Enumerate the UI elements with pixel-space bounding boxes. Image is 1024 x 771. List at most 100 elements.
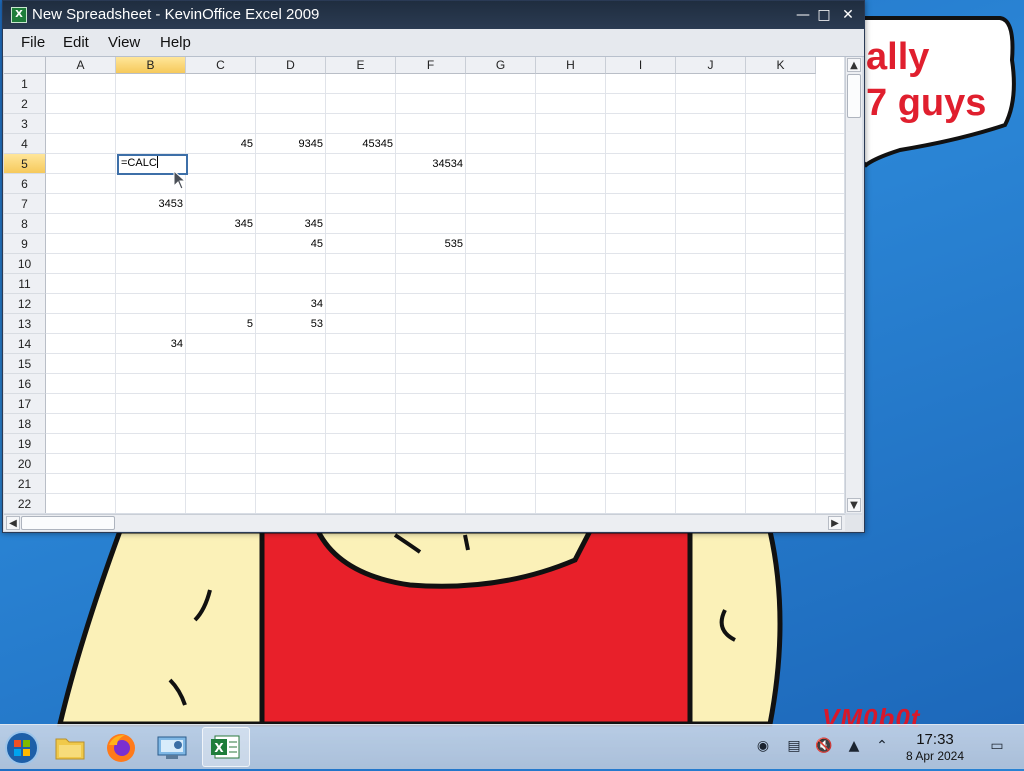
- cell-d4[interactable]: 9345: [256, 134, 325, 154]
- active-cell-text: =CALC: [121, 157, 157, 169]
- network-icon[interactable]: ◉: [754, 737, 772, 755]
- grid-row-line: [46, 493, 844, 494]
- cell-d9[interactable]: 45: [256, 234, 325, 254]
- scroll-left-icon[interactable]: ◀: [6, 516, 20, 530]
- cell-b14[interactable]: 34: [116, 334, 185, 354]
- chevron-up-icon[interactable]: ⌃: [873, 737, 891, 755]
- grid-row-line: [46, 293, 844, 294]
- row-header-12[interactable]: 12: [4, 294, 46, 314]
- grid-row-line: [46, 273, 844, 274]
- taskbar-file-manager[interactable]: [50, 727, 90, 767]
- grid-row-line: [46, 373, 844, 374]
- scroll-right-icon[interactable]: ▶: [828, 516, 842, 530]
- menu-view[interactable]: View: [106, 34, 142, 51]
- clock-date[interactable]: 8 Apr 2024: [893, 749, 977, 763]
- row-header-15[interactable]: 15: [4, 354, 46, 374]
- cell-c8[interactable]: 345: [186, 214, 255, 234]
- column-header-k[interactable]: K: [746, 57, 816, 74]
- row-header-1[interactable]: 1: [4, 74, 46, 94]
- cell-d8[interactable]: 345: [256, 214, 325, 234]
- grid-row-line: [46, 133, 844, 134]
- taskbar-kevinoffice-excel[interactable]: X: [202, 727, 250, 767]
- scroll-up-icon[interactable]: ▲: [847, 58, 861, 72]
- row-header-4[interactable]: 4: [4, 134, 46, 154]
- left-arm: [56, 528, 265, 727]
- maximize-button[interactable]: □: [814, 5, 834, 25]
- show-desktop-icon[interactable]: ▭: [988, 737, 1006, 755]
- column-header-f[interactable]: F: [396, 57, 466, 74]
- cell-c13[interactable]: 5: [186, 314, 255, 334]
- select-all-corner[interactable]: [4, 57, 46, 74]
- row-header-3[interactable]: 3: [4, 114, 46, 134]
- row-header-21[interactable]: 21: [4, 474, 46, 494]
- row-header-7[interactable]: 7: [4, 194, 46, 214]
- minimize-button[interactable]: —: [793, 5, 813, 25]
- menu-bar: File Edit View Help: [3, 29, 864, 57]
- keyboard-icon[interactable]: ▲: [845, 737, 863, 755]
- row-header-6[interactable]: 6: [4, 174, 46, 194]
- column-header-c[interactable]: C: [186, 57, 256, 74]
- column-header-i[interactable]: I: [606, 57, 676, 74]
- scrollbar-corner: [845, 515, 862, 531]
- taskbar-firefox[interactable]: [101, 727, 141, 767]
- row-header-11[interactable]: 11: [4, 274, 46, 294]
- row-header-16[interactable]: 16: [4, 374, 46, 394]
- column-header-e[interactable]: E: [326, 57, 396, 74]
- column-header-d[interactable]: D: [256, 57, 326, 74]
- row-header-22[interactable]: 22: [4, 494, 46, 513]
- speech-bubble-text: ally 7 guys: [866, 36, 987, 124]
- menu-help[interactable]: Help: [158, 34, 193, 51]
- row-header-17[interactable]: 17: [4, 394, 46, 414]
- row-header-5[interactable]: 5: [4, 154, 46, 174]
- cell-d12[interactable]: 34: [256, 294, 325, 314]
- cell-f9[interactable]: 535: [396, 234, 465, 254]
- row-header-10[interactable]: 10: [4, 254, 46, 274]
- row-header-2[interactable]: 2: [4, 94, 46, 114]
- scroll-down-icon[interactable]: ▼: [847, 498, 861, 512]
- svg-text:X: X: [214, 741, 224, 755]
- horizontal-scrollbar[interactable]: ◀ ▶: [4, 514, 862, 531]
- cell-e4[interactable]: 45345: [326, 134, 395, 154]
- right-arm: [687, 528, 783, 727]
- volume-muted-icon[interactable]: 🔇: [815, 737, 833, 755]
- taskbar-control-panel[interactable]: [152, 727, 192, 767]
- menu-file[interactable]: File: [19, 34, 47, 51]
- horizontal-scroll-thumb[interactable]: [21, 516, 115, 530]
- windows-orb-icon: [5, 731, 39, 765]
- spreadsheet-grid[interactable]: A B C D E F G H I J K 1 2 3 4 5 6 7 8 9 10 11 12 13 14 15 16 17 18 19…: [4, 57, 844, 513]
- computer-settings-icon: [157, 736, 187, 759]
- grid-row-line: [46, 313, 844, 314]
- row-header-19[interactable]: 19: [4, 434, 46, 454]
- vertical-scrollbar[interactable]: ▲ ▼: [845, 57, 862, 513]
- row-header-20[interactable]: 20: [4, 454, 46, 474]
- cell-c4[interactable]: 45: [186, 134, 255, 154]
- clipboard-icon[interactable]: ▤: [785, 737, 803, 755]
- column-header-h[interactable]: H: [536, 57, 606, 74]
- taskbar: X ◉ ▤ 🔇 ▲ ⌃ 17:33 8 Apr 2024 ▭: [0, 724, 1024, 769]
- vertical-scroll-thumb[interactable]: [847, 74, 861, 118]
- grid-row-line: [46, 413, 844, 414]
- column-header-j[interactable]: J: [676, 57, 746, 74]
- column-header-b[interactable]: B: [116, 57, 186, 74]
- row-header-8[interactable]: 8: [4, 214, 46, 234]
- clock-time[interactable]: 17:33: [905, 731, 965, 748]
- start-button[interactable]: [2, 727, 42, 767]
- row-header-14[interactable]: 14: [4, 334, 46, 354]
- text-caret: [156, 156, 158, 168]
- cell-b7[interactable]: 3453: [116, 194, 185, 214]
- column-header-a[interactable]: A: [46, 57, 116, 74]
- grid-row-line: [46, 393, 844, 394]
- close-button[interactable]: ✕: [838, 5, 858, 25]
- row-header-18[interactable]: 18: [4, 414, 46, 434]
- cell-d13[interactable]: 53: [256, 314, 325, 334]
- title-bar[interactable]: X New Spreadsheet - KevinOffice Excel 20…: [3, 1, 864, 29]
- cell-f5[interactable]: 34534: [396, 154, 465, 174]
- row-header-9[interactable]: 9: [4, 234, 46, 254]
- menu-edit[interactable]: Edit: [61, 34, 91, 51]
- excel-icon: X: [211, 735, 240, 759]
- folder-icon: [55, 738, 85, 760]
- grid-row-line: [46, 93, 844, 94]
- grid-row-line: [46, 453, 844, 454]
- row-header-13[interactable]: 13: [4, 314, 46, 334]
- column-header-g[interactable]: G: [466, 57, 536, 74]
